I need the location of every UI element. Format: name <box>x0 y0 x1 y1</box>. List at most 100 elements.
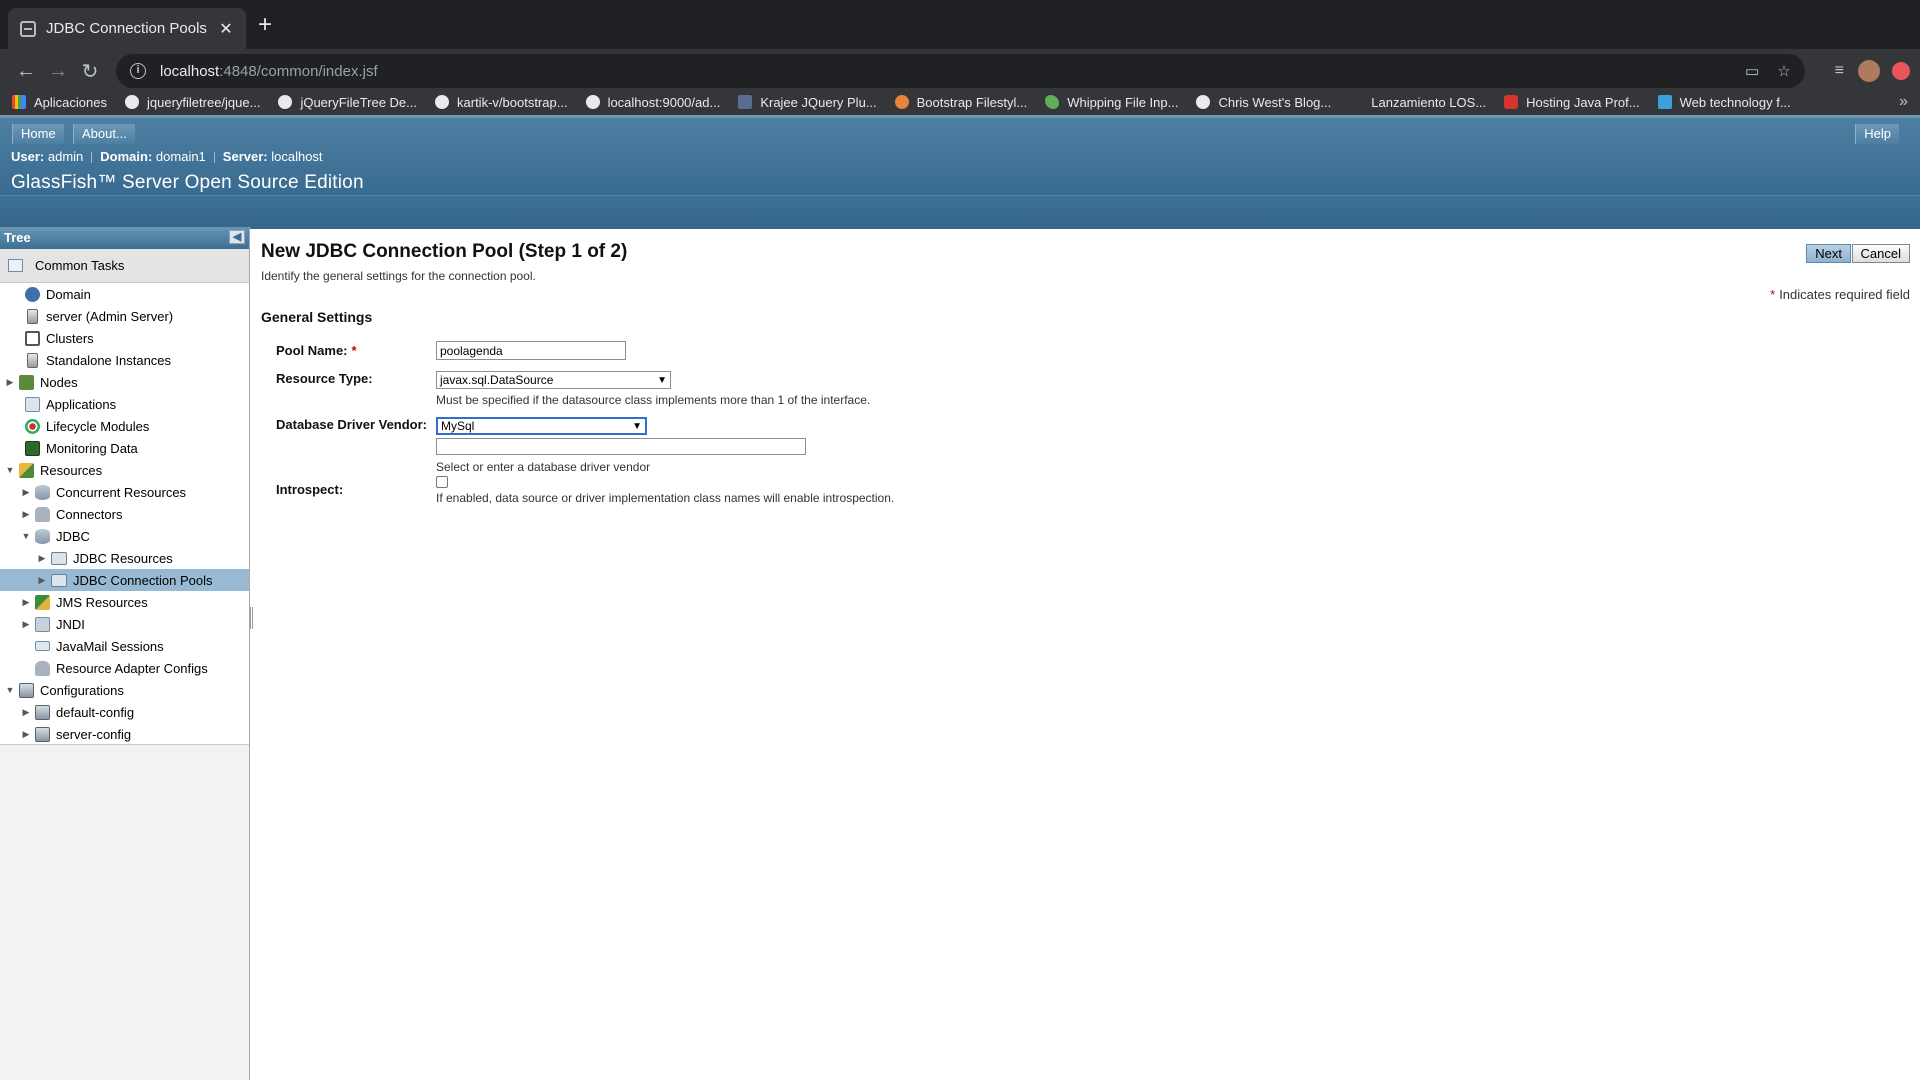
collapse-tree-icon[interactable]: ◀ <box>229 230 245 244</box>
bookmark-item[interactable]: Whipping File Inp... <box>1045 95 1178 110</box>
cast-icon[interactable]: ▭ <box>1745 62 1759 80</box>
nodes-icon <box>19 374 34 390</box>
expand-icon[interactable]: ▶ <box>21 487 31 498</box>
tree-item-javamail-sessions[interactable]: JavaMail Sessions <box>0 635 249 657</box>
adapter-icon <box>35 660 50 676</box>
bookmark-item[interactable]: jqueryfiletree/jque... <box>125 95 260 110</box>
expand-icon[interactable]: ▶ <box>21 597 31 608</box>
expand-icon[interactable]: ▶ <box>21 707 31 718</box>
tree-item-connectors[interactable]: ▶ Connectors <box>0 503 249 525</box>
tree: Domain server (Admin Server) Clusters St… <box>0 283 249 745</box>
domain-icon <box>25 286 40 302</box>
tree-item-nodes[interactable]: ▶ Nodes <box>0 371 249 393</box>
bookmarks-bar: Aplicaciones jqueryfiletree/jque... jQue… <box>0 93 1920 115</box>
back-icon[interactable]: ← <box>10 60 42 83</box>
chevron-down-icon: ▼ <box>632 420 642 432</box>
pool-name-input[interactable] <box>436 341 626 360</box>
tree-item-clusters[interactable]: Clusters <box>0 327 249 349</box>
tree-item-concurrent-resources[interactable]: ▶ Concurrent Resources <box>0 481 249 503</box>
tree-item-resources[interactable]: ▼ Resources <box>0 459 249 481</box>
new-tab-icon[interactable]: + <box>258 13 272 37</box>
user-info: User: admin Domain: domain1 Server: localh… <box>11 149 323 164</box>
expand-icon[interactable]: ▶ <box>5 377 15 388</box>
bookmark-item[interactable]: Lanzamiento LOS... <box>1349 95 1486 110</box>
expand-icon[interactable]: ▶ <box>21 509 31 520</box>
collapse-icon[interactable]: ▼ <box>5 465 15 475</box>
link-icon <box>585 95 600 109</box>
bookmark-item[interactable]: Web technology f... <box>1657 95 1791 110</box>
introspect-checkbox[interactable] <box>436 476 448 488</box>
tab-title: JDBC Connection Pools <box>46 20 207 37</box>
folder-icon <box>51 551 67 565</box>
tree-item-jndi[interactable]: ▶ JNDI <box>0 613 249 635</box>
reload-icon[interactable]: ↻ <box>74 59 106 84</box>
bookmark-item[interactable]: Hosting Java Prof... <box>1504 95 1640 110</box>
tree-header: Tree ◀ <box>0 227 249 249</box>
tree-item-applications[interactable]: Applications <box>0 393 249 415</box>
tree-item-server[interactable]: server (Admin Server) <box>0 305 249 327</box>
tree-item-domain[interactable]: Domain <box>0 283 249 305</box>
bookmark-item[interactable]: jQueryFileTree De... <box>278 95 417 110</box>
home-button[interactable]: Home <box>12 124 64 144</box>
required-star-icon: * <box>1770 287 1776 302</box>
forward-icon[interactable]: → <box>42 60 74 83</box>
tree-item-lifecycle-modules[interactable]: Lifecycle Modules <box>0 415 249 437</box>
tree-item-jdbc[interactable]: ▼ JDBC <box>0 525 249 547</box>
monitoring-icon <box>25 440 40 456</box>
cancel-button[interactable]: Cancel <box>1851 244 1910 263</box>
applications-icon <box>25 396 40 412</box>
bookmark-item[interactable]: kartik-v/bootstrap... <box>435 95 568 110</box>
bookmarks-overflow-icon[interactable]: » <box>1899 93 1908 111</box>
instances-icon <box>27 352 38 368</box>
bookmark-item[interactable]: Krajee JQuery Plu... <box>738 95 877 110</box>
app-body: Tree ◀ Common Tasks Domain server (Admin… <box>0 227 1920 1080</box>
media-control-icon[interactable]: ≡ <box>1835 62 1844 80</box>
common-tasks-icon <box>8 259 23 272</box>
profile-avatar[interactable] <box>1858 60 1880 82</box>
mail-icon <box>35 641 50 651</box>
connector-icon <box>35 506 50 522</box>
vendor-select[interactable]: MySql ▼ <box>436 417 647 435</box>
bookmark-item[interactable]: localhost:9000/ad... <box>585 95 720 110</box>
tree-item-resource-adapter-configs[interactable]: Resource Adapter Configs <box>0 657 249 679</box>
bookmark-item[interactable]: Aplicaciones <box>12 95 107 110</box>
tree-item-monitoring-data[interactable]: Monitoring Data <box>0 437 249 459</box>
configuration-icon <box>35 704 50 720</box>
expand-icon[interactable]: ▶ <box>21 729 31 740</box>
bookmark-item[interactable]: Bootstrap Filestyl... <box>894 95 1027 110</box>
tree-item-default-config[interactable]: ▶ default-config <box>0 701 249 723</box>
tree-item-server-config[interactable]: ▶ server-config <box>0 723 249 745</box>
next-button[interactable]: Next <box>1806 244 1851 263</box>
tree-item-configurations[interactable]: ▼ Configurations <box>0 679 249 701</box>
common-tasks-link[interactable]: Common Tasks <box>0 249 249 283</box>
expand-icon[interactable]: ▶ <box>37 575 47 586</box>
tab-close-icon[interactable]: ✕ <box>218 19 234 39</box>
address-bar[interactable]: i localhost:4848/common/index.jsf ▭ ☆ <box>116 54 1805 88</box>
expand-icon[interactable]: ▶ <box>21 619 31 630</box>
masthead: Home About... Help User: admin Domain: do… <box>0 115 1920 229</box>
chevron-down-icon: ▼ <box>657 374 667 386</box>
tree-item-standalone-instances[interactable]: Standalone Instances <box>0 349 249 371</box>
expand-icon[interactable]: ▶ <box>37 553 47 564</box>
bookmark-star-icon[interactable]: ☆ <box>1777 62 1790 80</box>
tree-item-jdbc-connection-pools[interactable]: ▶ JDBC Connection Pools <box>0 569 249 591</box>
site-info-icon[interactable]: i <box>130 63 146 79</box>
help-button[interactable]: Help <box>1855 124 1899 144</box>
product-name: GlassFish™ Server Open Source Edition <box>11 172 364 193</box>
collapse-icon[interactable]: ▼ <box>5 685 15 695</box>
resource-type-select[interactable]: javax.sql.DataSource ▼ <box>436 371 671 389</box>
vendor-text-input[interactable] <box>436 438 806 455</box>
link-icon <box>1196 95 1211 109</box>
bookmark-item[interactable]: Chris West's Blog... <box>1196 95 1331 110</box>
database-icon <box>35 528 50 544</box>
collapse-icon[interactable]: ▼ <box>21 531 31 541</box>
configuration-icon <box>19 682 34 698</box>
configuration-icon <box>35 726 50 742</box>
browser-toolbar: ← → ↻ i localhost:4848/common/index.jsf … <box>0 49 1920 93</box>
tree-item-jdbc-resources[interactable]: ▶ JDBC Resources <box>0 547 249 569</box>
tree-item-jms-resources[interactable]: ▶ JMS Resources <box>0 591 249 613</box>
extension-icon[interactable] <box>1892 62 1910 80</box>
about-button[interactable]: About... <box>73 124 135 144</box>
bootstrap-icon <box>894 95 909 109</box>
browser-tab[interactable]: JDBC Connection Pools ✕ <box>8 8 246 49</box>
